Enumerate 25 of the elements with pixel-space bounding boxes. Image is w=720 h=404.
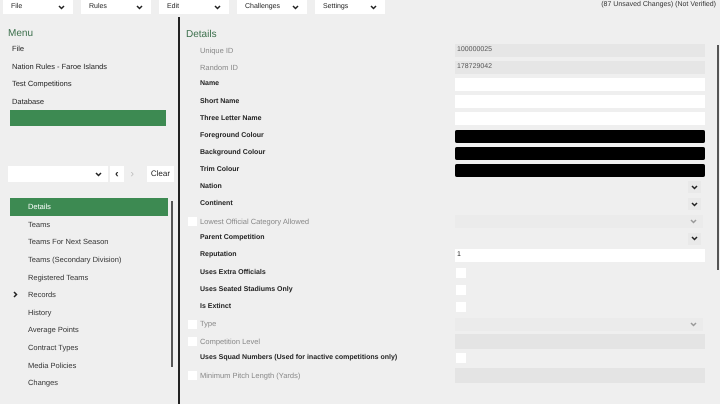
chevron-down-icon: [58, 4, 65, 10]
colour-field[interactable]: [455, 146, 705, 160]
dropdown[interactable]: [455, 318, 703, 331]
chevron-down-icon: [690, 218, 697, 224]
dropdown-button[interactable]: [688, 181, 701, 194]
scrollbar[interactable]: [171, 201, 173, 367]
chevron-down-icon: [370, 4, 377, 10]
chevron-down-icon: [690, 322, 697, 327]
dropdown-button[interactable]: [688, 232, 701, 245]
chevron-down-icon: [214, 4, 221, 10]
chevron-down-icon: [691, 184, 698, 190]
chevron-down-icon: [691, 236, 698, 242]
dropdown[interactable]: [8, 166, 108, 182]
colour-field[interactable]: [455, 164, 705, 177]
chevron-down-icon: [292, 4, 299, 10]
details-title: Details: [185, 28, 218, 42]
chevron-down-icon: [691, 202, 698, 207]
menu-title: Menu: [7, 27, 34, 40]
scrollbar[interactable]: [717, 45, 719, 270]
dropdown-button[interactable]: [688, 198, 701, 210]
colour-field[interactable]: [455, 130, 705, 143]
chevron-down-icon: [95, 172, 102, 176]
clear-button[interactable]: Clear: [146, 166, 174, 182]
back-button[interactable]: ‹: [110, 166, 124, 182]
chevron-down-icon: [136, 4, 143, 10]
